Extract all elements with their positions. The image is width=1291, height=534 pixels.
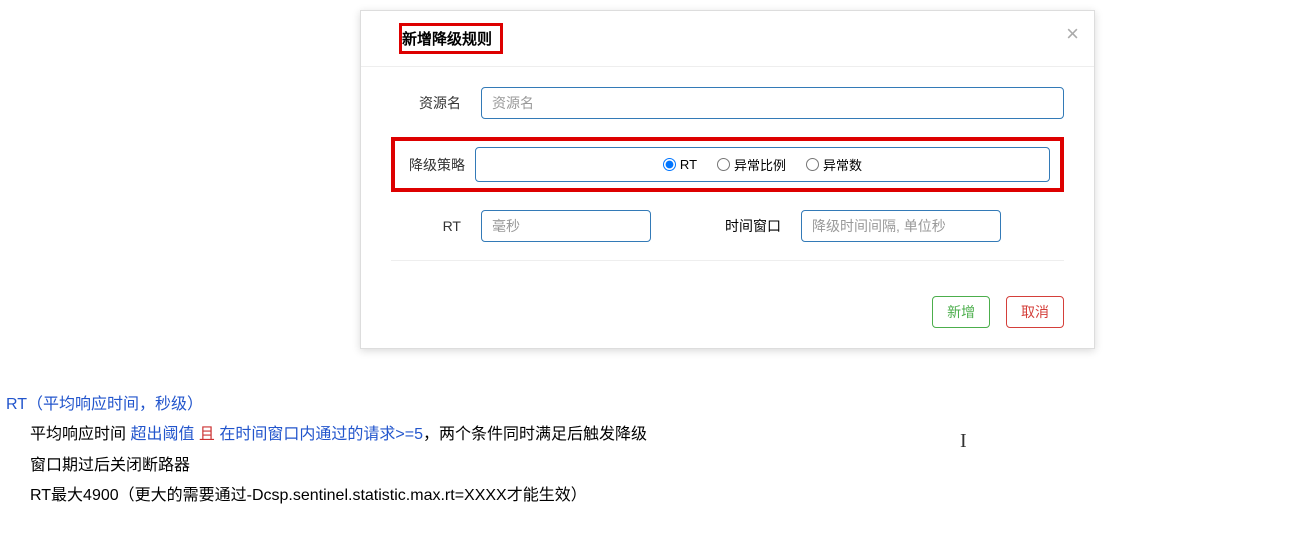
window-input[interactable] (801, 210, 1001, 242)
note-line-2: 平均响应时间 超出阈值 且 在时间窗口内通过的请求>=5，两个条件同时满足后触发… (30, 420, 647, 450)
divider (391, 260, 1064, 261)
note-2c: 且 (194, 426, 219, 443)
note-2e: ，两个条件同时满足后触发降级 (423, 426, 647, 443)
rt-label: RT (391, 218, 461, 234)
radio-count-input[interactable] (806, 158, 819, 171)
radio-rt-label: RT (680, 157, 697, 172)
strategy-radio-group: RT 异常比例 异常数 (475, 147, 1050, 182)
note-line-4: RT最大4900（更大的需要通过-Dcsp.sentinel.statistic… (30, 481, 647, 511)
radio-ratio-label: 异常比例 (734, 155, 786, 174)
resource-input[interactable] (481, 87, 1064, 119)
note-line-3: 窗口期过后关闭断路器 (30, 451, 647, 481)
modal-footer: 新增 取消 (361, 286, 1094, 348)
close-icon[interactable]: × (1066, 21, 1079, 47)
text-cursor-icon: I (960, 430, 967, 453)
resource-label: 资源名 (391, 93, 461, 113)
note-2d: 在时间窗口内通过的请求>=5 (219, 426, 423, 443)
note-2a: 平均响应时间 (30, 426, 130, 443)
note-2b: 超出阈值 (130, 426, 194, 443)
add-button[interactable]: 新增 (932, 296, 990, 328)
modal-title: 新增降级规则 (399, 23, 503, 54)
cancel-button[interactable]: 取消 (1006, 296, 1064, 328)
rt-input[interactable] (481, 210, 651, 242)
strategy-label: 降级策略 (405, 155, 465, 175)
note-line-1: RT（平均响应时间，秒级） (6, 390, 647, 420)
modal-header: 新增降级规则 × (361, 11, 1094, 67)
modal-body: 资源名 降级策略 RT 异常比例 异常数 RT (361, 67, 1094, 286)
radio-rt-input[interactable] (663, 158, 676, 171)
rt-window-row: RT 时间窗口 (391, 210, 1064, 242)
resource-row: 资源名 (391, 87, 1064, 119)
radio-count-label: 异常数 (823, 155, 862, 174)
radio-count[interactable]: 异常数 (806, 155, 862, 174)
radio-rt[interactable]: RT (663, 155, 697, 174)
add-degrade-rule-modal: 新增降级规则 × 资源名 降级策略 RT 异常比例 异常数 (360, 10, 1095, 349)
notes-section: RT（平均响应时间，秒级） 平均响应时间 超出阈值 且 在时间窗口内通过的请求>… (6, 390, 647, 512)
note-rt-heading: RT（平均响应时间，秒级） (6, 396, 203, 413)
window-label: 时间窗口 (691, 216, 781, 236)
radio-ratio[interactable]: 异常比例 (717, 155, 786, 174)
radio-ratio-input[interactable] (717, 158, 730, 171)
strategy-row: 降级策略 RT 异常比例 异常数 (391, 137, 1064, 192)
